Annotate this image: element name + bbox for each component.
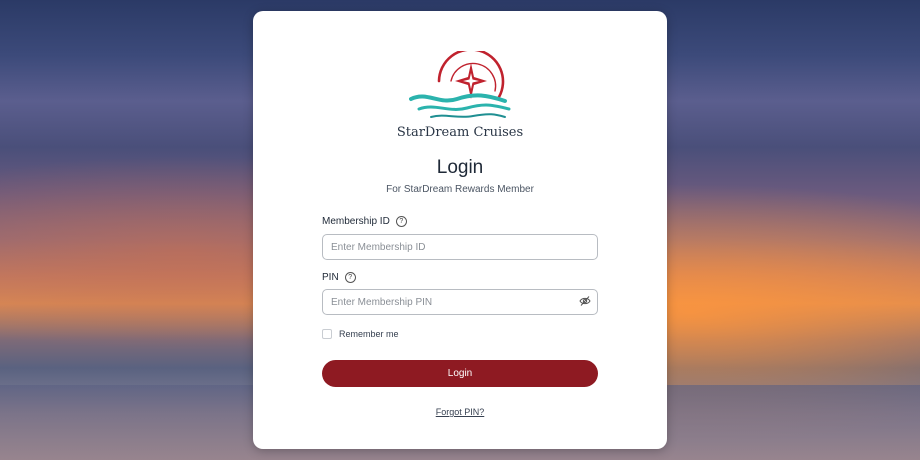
remember-me-row: Remember me — [322, 329, 399, 339]
help-circle-icon[interactable]: ? — [395, 216, 407, 227]
brand-logo-icon — [409, 51, 511, 118]
eye-off-icon[interactable] — [579, 295, 591, 307]
remember-me-label: Remember me — [339, 329, 399, 339]
help-circle-icon[interactable]: ? — [344, 272, 356, 283]
membership-id-input[interactable] — [322, 234, 598, 260]
membership-id-label-row: Membership ID ? — [322, 216, 407, 227]
login-card: StarDream Cruises Login For StarDream Re… — [253, 11, 667, 449]
remember-me-checkbox[interactable] — [322, 329, 332, 339]
page-subtitle: For StarDream Rewards Member — [386, 184, 534, 195]
membership-id-label: Membership ID — [322, 216, 390, 227]
pin-label: PIN — [322, 272, 339, 283]
pin-label-row: PIN ? — [322, 272, 356, 283]
brand-name: StarDream Cruises — [396, 125, 524, 140]
page-title: Login — [436, 157, 484, 178]
login-button[interactable]: Login — [322, 360, 598, 387]
pin-input[interactable] — [322, 289, 598, 315]
forgot-pin-link[interactable]: Forgot PIN? — [253, 407, 667, 417]
